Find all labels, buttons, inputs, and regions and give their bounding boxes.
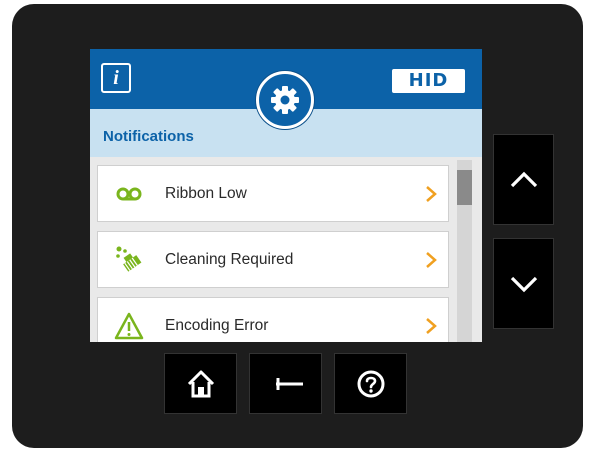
cleaning-icon [116,246,142,272]
list-item-label: Encoding Error [165,317,269,334]
warning-icon [114,312,144,340]
chevron-down-icon [510,276,538,293]
chevron-up-icon [510,171,538,188]
hid-logo: HID [392,69,465,93]
ribbon-icon [116,187,142,201]
help-icon [357,370,385,398]
chevron-right-icon [426,318,437,334]
chevron-right-icon [426,252,437,268]
info-button[interactable]: i [101,63,131,93]
scrollbar[interactable] [457,160,472,342]
gear-icon [271,86,299,114]
list-item-ribbon-low[interactable]: Ribbon Low [97,165,449,222]
help-button[interactable] [334,353,407,414]
page-title: Notifications [103,128,194,145]
home-button[interactable] [164,353,237,414]
list-item-cleaning-required[interactable]: Cleaning Required [97,231,449,288]
scroll-down-button[interactable] [493,238,554,329]
settings-button[interactable] [256,71,314,129]
list-item-label: Cleaning Required [165,251,294,268]
scrollbar-thumb[interactable] [457,170,472,205]
scroll-up-button[interactable] [493,134,554,225]
notification-list: Ribbon Low Cleaning Required Encoding Er… [90,157,482,342]
list-item-label: Ribbon Low [165,185,247,202]
chevron-right-icon [426,186,437,202]
back-button[interactable] [249,353,322,414]
list-item-encoding-error[interactable]: Encoding Error [97,297,449,342]
touch-screen: i HID Notifications Ribbon Low Cleaning … [90,49,482,342]
back-arrow-icon [276,378,303,390]
home-icon [187,370,215,398]
